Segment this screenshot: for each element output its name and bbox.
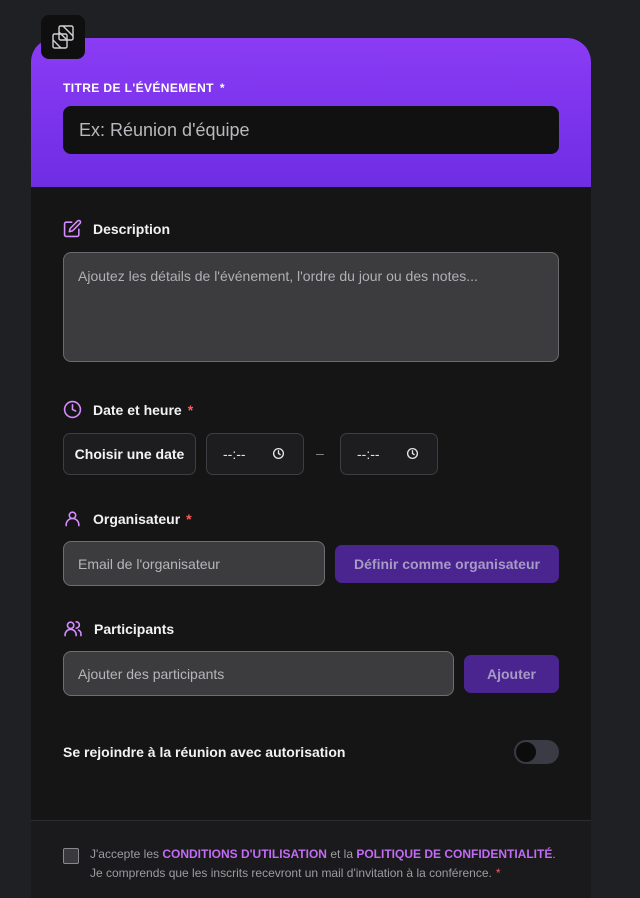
terms-footer: J'accepte les CONDITIONS D'UTILISATION e… [31, 820, 591, 898]
datetime-heading: Date et heure * [63, 400, 193, 419]
event-form-card: TITRE DE L'ÉVÉNEMENT* Description Date e… [31, 38, 591, 898]
end-time-value: --:-- [357, 446, 380, 462]
authorization-toggle[interactable] [514, 740, 559, 764]
edit-icon [63, 219, 82, 238]
start-time-value: --:-- [223, 446, 246, 462]
user-icon [65, 511, 80, 527]
authorization-label: Se rejoindre à la réunion avec autorisat… [63, 744, 346, 760]
description-textarea[interactable] [63, 252, 559, 362]
title-label: TITRE DE L'ÉVÉNEMENT * [63, 81, 225, 95]
terms-of-use-link[interactable]: CONDITIONS D'UTILISATION [162, 847, 327, 861]
set-organizer-button[interactable]: Définir comme organisateur [335, 545, 559, 583]
time-separator: – [316, 445, 324, 461]
terms-checkbox[interactable] [63, 848, 79, 864]
privacy-policy-link[interactable]: POLITIQUE DE CONFIDENTIALITÉ [356, 847, 552, 861]
add-participant-button[interactable]: Ajouter [464, 655, 559, 693]
description-heading: Description [63, 219, 170, 238]
event-title-input[interactable] [63, 106, 559, 154]
participants-input[interactable] [63, 651, 454, 696]
organizer-heading: Organisateur * [63, 509, 192, 528]
choose-date-button[interactable]: Choisir une date [63, 433, 196, 475]
terms-text: J'accepte les CONDITIONS D'UTILISATION e… [90, 847, 556, 880]
start-time-input[interactable]: --:-- [206, 433, 304, 475]
participants-heading: Participants [63, 619, 174, 638]
clock-icon [63, 400, 82, 419]
start-time-clock-icon[interactable] [272, 447, 285, 460]
end-time-input[interactable]: --:-- [340, 433, 438, 475]
toggle-knob [516, 742, 536, 762]
title-section: TITRE DE L'ÉVÉNEMENT * [31, 38, 591, 187]
users-icon [64, 620, 82, 637]
organizer-email-input[interactable] [63, 541, 325, 586]
end-time-clock-icon[interactable] [406, 447, 419, 460]
logo-icon [52, 25, 74, 49]
app-logo [41, 15, 85, 59]
